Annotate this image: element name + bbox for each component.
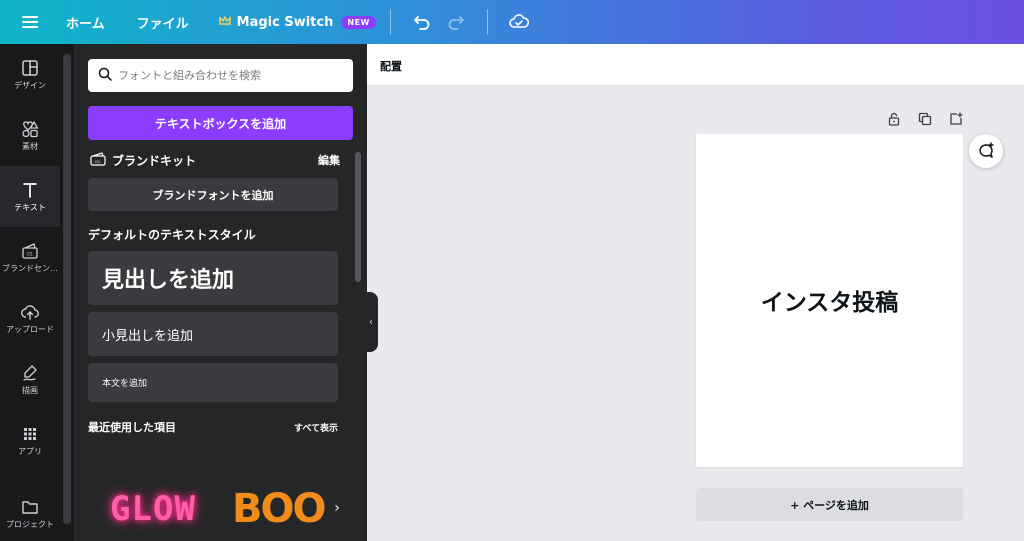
recent-font-glow[interactable]: GLOW (88, 476, 218, 541)
context-toolbar: 配置 (367, 44, 1024, 86)
layout-icon (22, 59, 38, 76)
show-all-link[interactable]: すべて表示 (294, 421, 338, 434)
add-comment-button[interactable] (969, 134, 1003, 168)
chevron-left-icon: ‹ (369, 316, 373, 328)
brand-kit-header: CO. ブランドキット 編集 (90, 151, 340, 169)
rail-item-label: デザイン (14, 80, 46, 90)
divider (486, 9, 488, 35)
redo-icon[interactable] (439, 7, 473, 37)
text-icon (23, 182, 37, 198)
rail-item-label: アプリ (18, 446, 42, 456)
crown-icon (218, 14, 231, 29)
text-panel: テキストボックスを追加 CO. ブランドキット 編集 ブランドフォントを追加 デ… (74, 44, 367, 541)
panel-scrollbar[interactable] (353, 152, 363, 541)
rail-item-text[interactable]: テキスト (0, 166, 60, 227)
svg-text:CO.: CO. (95, 160, 101, 164)
brand-kit-title: ブランドキット (112, 153, 197, 168)
search-box[interactable] (88, 59, 353, 92)
rail-item-label: 素材 (22, 141, 38, 151)
lock-icon[interactable] (878, 108, 909, 130)
draw-icon (23, 364, 37, 381)
magic-switch-label: Magic Switch (236, 14, 334, 30)
brand-kit-icon: CO. (90, 151, 106, 170)
page-tools (878, 108, 971, 130)
file-menu-button[interactable]: ファイル (137, 13, 189, 32)
rail-item-brand[interactable]: CO. ブランドセン… (0, 227, 60, 288)
add-textbox-button[interactable]: テキストボックスを追加 (88, 106, 353, 140)
recent-header: 最近使用した項目 すべて表示 (88, 419, 338, 435)
design-page[interactable]: インスタ投稿 (696, 134, 963, 467)
new-badge: NEW (341, 15, 376, 29)
search-input[interactable] (118, 69, 338, 82)
undo-icon[interactable] (405, 7, 439, 37)
folder-icon (22, 500, 38, 514)
top-bar: ホーム ファイル Magic Switch NEW (0, 0, 1024, 44)
add-body-text-button[interactable]: 本文を追加 (88, 363, 338, 402)
recent-title: 最近使用した項目 (88, 421, 176, 434)
svg-text:CO.: CO. (26, 251, 33, 256)
chevron-right-icon[interactable]: › (329, 494, 345, 522)
menu-icon[interactable] (0, 0, 60, 44)
comment-add-icon (979, 142, 994, 158)
rail-item-label: テキスト (14, 202, 46, 212)
duplicate-page-icon[interactable] (909, 108, 940, 130)
search-icon (98, 66, 112, 85)
recent-font-boo[interactable]: BOO (232, 476, 342, 541)
edit-brand-kit-link[interactable]: 編集 (318, 152, 340, 168)
side-rail: デザイン 素材 テキスト CO. ブランドセン… アップロード 描画 アプリ プ… (0, 44, 60, 541)
rail-item-design[interactable]: デザイン (0, 44, 60, 105)
arrange-button[interactable]: 配置 (380, 58, 402, 74)
rail-scrollbar[interactable] (60, 44, 74, 541)
page-text[interactable]: インスタ投稿 (761, 283, 899, 317)
shapes-icon (22, 120, 39, 137)
add-heading-button[interactable]: 見出しを追加 (88, 251, 338, 305)
default-styles-title: デフォルトのテキストスタイル (88, 228, 256, 242)
rail-item-projects[interactable]: プロジェクト (0, 483, 60, 541)
rail-item-label: 描画 (22, 385, 38, 395)
rail-item-label: ブランドセン… (2, 263, 58, 273)
rail-item-label: プロジェクト (6, 519, 54, 529)
rail-item-uploads[interactable]: アップロード (0, 288, 60, 349)
add-page-button[interactable]: + ページを追加 (696, 488, 963, 521)
rail-item-elements[interactable]: 素材 (0, 105, 60, 166)
rail-item-draw[interactable]: 描画 (0, 349, 60, 410)
rail-item-apps[interactable]: アプリ (0, 410, 60, 471)
add-page-icon[interactable] (940, 108, 971, 130)
magic-switch-button[interactable]: Magic Switch NEW (218, 14, 376, 30)
rail-item-label: アップロード (6, 324, 54, 334)
home-button[interactable]: ホーム (66, 13, 105, 32)
collapse-panel-button[interactable]: ‹ (364, 292, 378, 352)
upload-icon (21, 304, 39, 320)
add-subheading-button[interactable]: 小見出しを追加 (88, 312, 338, 356)
cloud-saved-icon[interactable] (502, 7, 536, 37)
apps-icon (24, 427, 36, 440)
brand-icon: CO. (22, 242, 38, 259)
divider (389, 9, 391, 35)
add-brand-font-button[interactable]: ブランドフォントを追加 (88, 178, 338, 211)
